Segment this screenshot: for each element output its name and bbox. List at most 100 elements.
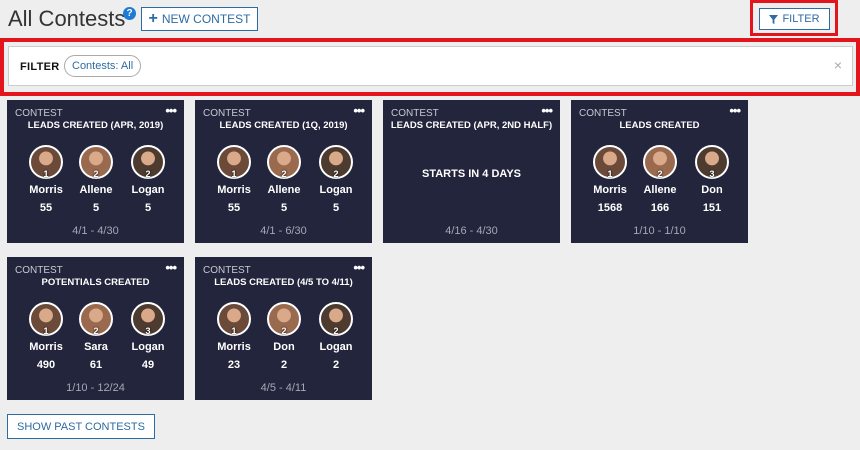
- contest-dates: 4/1 - 6/30: [260, 225, 307, 237]
- contest-name: LEADS CREATED (APR, 2ND HALF): [390, 120, 553, 131]
- rank-badge: 1: [231, 169, 237, 179]
- rank-badge: 2: [145, 169, 151, 179]
- player-name: Morris: [593, 184, 627, 196]
- player-name: Logan: [131, 184, 165, 196]
- more-icon[interactable]: •••: [165, 103, 177, 118]
- player-score: 2: [280, 359, 288, 371]
- contest-name: LEADS CREATED (4/5 TO 4/11): [214, 277, 353, 288]
- player-score: 490: [36, 359, 56, 371]
- leaderboard-player: 2 Logan 2: [310, 302, 362, 371]
- player-score: 5: [280, 202, 288, 214]
- contest-dates: 4/5 - 4/11: [260, 382, 307, 394]
- contest-card[interactable]: CONTEST ••• LEADS CREATED 1 Morris 1568 2 Allen…: [571, 100, 748, 243]
- filter-icon: [769, 14, 779, 24]
- contest-label: CONTEST: [391, 108, 439, 119]
- contest-label: CONTEST: [15, 265, 63, 276]
- leaderboard-player: 3 Don 151: [686, 145, 738, 214]
- contest-name: POTENTIALS CREATED: [41, 277, 150, 288]
- leaderboard-player: 2 Allene 166: [634, 145, 686, 214]
- player-score: 166: [650, 202, 670, 214]
- rank-badge: 3: [145, 326, 151, 336]
- leaderboard-player: 1 Morris 55: [20, 145, 72, 214]
- leaderboard-player: 1 Morris 1568: [584, 145, 636, 214]
- filter-button-label: FILTER: [782, 13, 820, 25]
- contest-dates: 1/10 - 12/24: [66, 382, 125, 394]
- more-icon[interactable]: •••: [729, 103, 741, 118]
- rank-badge: 2: [333, 169, 339, 179]
- player-name: Logan: [131, 341, 165, 353]
- contest-label: CONTEST: [203, 265, 251, 276]
- player-score: 55: [227, 202, 241, 214]
- contest-name: LEADS CREATED (1Q, 2019): [219, 120, 348, 131]
- close-icon[interactable]: ×: [834, 57, 842, 73]
- leaderboard-player: 2 Allene 5: [258, 145, 310, 214]
- contest-label: CONTEST: [579, 108, 627, 119]
- show-past-contests-button[interactable]: SHOW PAST CONTESTS: [7, 414, 155, 439]
- filter-button[interactable]: FILTER: [759, 8, 830, 30]
- player-score: 61: [89, 359, 103, 371]
- rank-badge: 2: [281, 326, 287, 336]
- contest-card[interactable]: CONTEST ••• POTENTIALS CREATED 1 Morris 490 2 S…: [7, 257, 184, 400]
- player-name: Logan: [319, 184, 353, 196]
- more-icon[interactable]: •••: [353, 103, 365, 118]
- filter-label: FILTER: [20, 61, 60, 73]
- leaderboard-player: 3 Logan 49: [122, 302, 174, 371]
- filter-chip-contests[interactable]: Contests: All: [64, 55, 142, 77]
- player-score: 23: [227, 359, 241, 371]
- player-name: Don: [701, 184, 723, 196]
- more-icon[interactable]: •••: [165, 260, 177, 275]
- player-name: Morris: [217, 184, 251, 196]
- rank-badge: 2: [333, 326, 339, 336]
- help-icon[interactable]: ?: [123, 7, 136, 20]
- rank-badge: 2: [93, 169, 99, 179]
- leaderboard-player: 2 Logan 5: [122, 145, 174, 214]
- rank-badge: 1: [43, 169, 49, 179]
- leaderboard-player: 2 Don 2: [258, 302, 310, 371]
- leaderboard-player: 2 Allene 5: [70, 145, 122, 214]
- filter-bar: FILTER Contests: All ×: [8, 46, 853, 86]
- contest-card[interactable]: CONTEST ••• LEADS CREATED (4/5 TO 4/11) 1 Mo…: [195, 257, 372, 400]
- player-name: Sara: [84, 341, 108, 353]
- rank-badge: 1: [43, 326, 49, 336]
- new-contest-button[interactable]: + NEW CONTEST: [141, 7, 258, 31]
- contest-card[interactable]: CONTEST ••• LEADS CREATED (APR, 2ND HALF) S…: [383, 100, 560, 243]
- player-name: Morris: [29, 184, 63, 196]
- contest-dates: 4/16 - 4/30: [445, 225, 498, 237]
- player-score: 151: [702, 202, 722, 214]
- page-title: All Contests: [8, 6, 126, 31]
- rank-badge: 1: [231, 326, 237, 336]
- rank-badge: 2: [657, 169, 663, 179]
- player-score: 5: [92, 202, 100, 214]
- contest-dates: 1/10 - 1/10: [633, 225, 686, 237]
- more-icon[interactable]: •••: [353, 260, 365, 275]
- leaderboard-player: 1 Morris 490: [20, 302, 72, 371]
- player-name: Allene: [79, 184, 113, 196]
- contest-start-status: STARTS IN 4 DAYS: [421, 168, 522, 180]
- rank-badge: 3: [709, 169, 715, 179]
- player-name: Allene: [643, 184, 677, 196]
- player-name: Don: [273, 341, 295, 353]
- contest-card[interactable]: CONTEST ••• LEADS CREATED (1Q, 2019) 1 Morri…: [195, 100, 372, 243]
- player-score: 1568: [597, 202, 623, 214]
- player-score: 5: [332, 202, 340, 214]
- player-score: 5: [144, 202, 152, 214]
- player-name: Morris: [217, 341, 251, 353]
- leaderboard-player: 2 Sara 61: [70, 302, 122, 371]
- contest-name: LEADS CREATED (APR, 2019): [27, 120, 164, 131]
- contest-label: CONTEST: [203, 108, 251, 119]
- contest-card[interactable]: CONTEST ••• LEADS CREATED (APR, 2019) 1 Morr…: [7, 100, 184, 243]
- leaderboard-player: 2 Logan 5: [310, 145, 362, 214]
- plus-icon: +: [148, 10, 158, 27]
- player-score: 55: [39, 202, 53, 214]
- contest-label: CONTEST: [15, 108, 63, 119]
- new-contest-label: NEW CONTEST: [161, 12, 251, 26]
- rank-badge: 1: [607, 169, 613, 179]
- leaderboard-player: 1 Morris 23: [208, 302, 260, 371]
- more-icon[interactable]: •••: [541, 103, 553, 118]
- player-score: 49: [141, 359, 155, 371]
- contest-dates: 4/1 - 4/30: [72, 225, 119, 237]
- player-name: Morris: [29, 341, 63, 353]
- player-score: 2: [332, 359, 340, 371]
- player-name: Allene: [267, 184, 301, 196]
- rank-badge: 2: [281, 169, 287, 179]
